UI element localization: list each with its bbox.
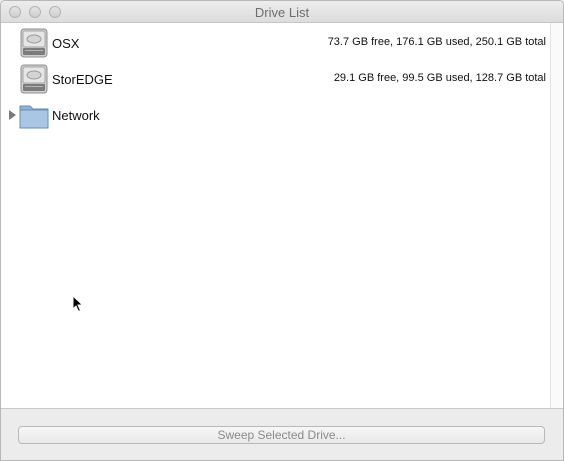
hard-drive-icon [20,64,48,94]
folder-icon [19,105,49,129]
drive-usage-info: 73.7 GB free, 176.1 GB used, 250.1 GB to… [327,36,546,48]
drive-list[interactable]: OSX 73.7 GB free, 176.1 GB used, 250.1 G… [1,23,550,408]
vertical-scrollbar[interactable] [550,23,563,408]
disclosure-triangle-icon[interactable] [9,110,16,120]
mouse-pointer-icon [72,295,84,313]
title-bar: Drive List [1,1,563,23]
drive-name: OSX [52,36,80,51]
network-name: Network [52,108,100,123]
drive-row-osx[interactable]: OSX 73.7 GB free, 176.1 GB used, 250.1 G… [1,25,550,61]
drive-name: StorEDGE [52,72,113,87]
hard-drive-icon [20,28,48,58]
window-title: Drive List [254,5,310,20]
drive-usage-info: 29.1 GB free, 99.5 GB used, 128.7 GB tot… [333,72,546,84]
drive-row-storedge[interactable]: StorEDGE 29.1 GB free, 99.5 GB used, 128… [1,61,550,97]
network-row[interactable]: Network [1,97,550,133]
drive-list-window: Drive List OSX 73.7 GB free, 176.1 GB us… [0,0,564,461]
footer-bar: Sweep Selected Drive... [1,408,563,460]
sweep-selected-drive-button[interactable]: Sweep Selected Drive... [18,426,545,444]
